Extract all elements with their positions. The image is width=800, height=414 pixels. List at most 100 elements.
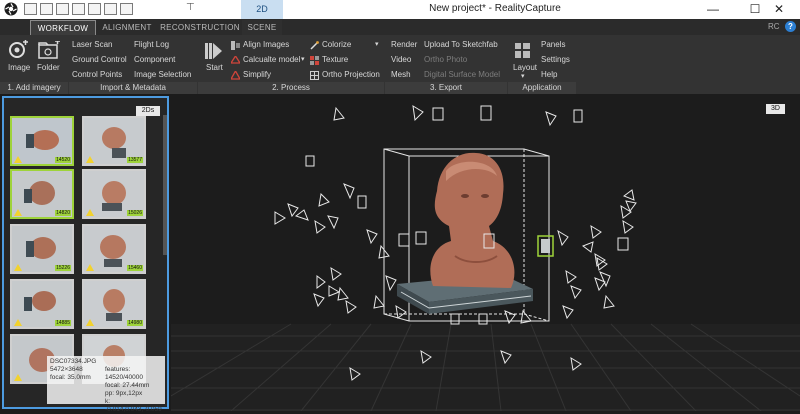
digital-surface-model-button[interactable]: Digital Surface Model bbox=[424, 70, 500, 79]
mesh-button[interactable]: Mesh bbox=[391, 70, 411, 79]
feature-count: 15226 bbox=[55, 265, 71, 271]
image-icon[interactable] bbox=[8, 40, 30, 60]
image-thumbnail[interactable]: 14885 bbox=[10, 279, 74, 329]
colorize-button[interactable]: Colorize bbox=[322, 40, 351, 49]
user-initials: RC bbox=[768, 22, 780, 31]
colorize-dropdown-icon[interactable]: ▾ bbox=[375, 40, 379, 48]
folder-button-label[interactable]: Folder bbox=[37, 63, 60, 72]
align-images-button[interactable]: Align Images bbox=[243, 40, 289, 49]
tooltip-focal: focal: 27.44mm bbox=[105, 382, 150, 389]
warning-icon bbox=[14, 264, 22, 271]
tab-workflow[interactable]: WORKFLOW bbox=[30, 20, 96, 35]
warning-icon bbox=[86, 319, 94, 326]
simplify-button[interactable]: Simplify bbox=[243, 70, 271, 79]
warning-icon bbox=[14, 374, 22, 381]
image-thumbnail[interactable]: 15026 bbox=[82, 169, 146, 219]
control-points-button[interactable]: Control Points bbox=[72, 70, 122, 79]
tooltip-features: features: 14520/40000 bbox=[105, 366, 143, 381]
image-button-label[interactable]: Image bbox=[8, 63, 30, 72]
warning-icon bbox=[14, 319, 22, 326]
minimize-button[interactable]: — bbox=[692, 0, 734, 19]
group-process: 2. Process bbox=[198, 82, 384, 94]
help-button[interactable]: Help bbox=[541, 70, 557, 79]
view-3d-badge[interactable]: 3D bbox=[766, 104, 785, 114]
view-tab-2d[interactable]: 2D bbox=[241, 0, 283, 19]
panels-button[interactable]: Panels bbox=[541, 40, 565, 49]
layout-grid-icon[interactable] bbox=[104, 3, 117, 15]
realitycapture-logo-icon[interactable] bbox=[4, 2, 18, 16]
start-icon[interactable] bbox=[205, 42, 223, 60]
viewport-3d[interactable] bbox=[171, 96, 800, 411]
image-info-tooltip: DSC07334.JPG 5472×3648 focal: 35.0mm fea… bbox=[47, 356, 165, 413]
flight-log-button[interactable]: Flight Log bbox=[134, 40, 169, 49]
panel-scrollbar[interactable] bbox=[163, 115, 167, 255]
feature-count: 14520 bbox=[55, 157, 71, 163]
warning-icon bbox=[14, 156, 22, 163]
title-bar: ⊤ 2D New project* - RealityCapture — ☐ ✕ bbox=[0, 0, 800, 19]
feature-count: 14885 bbox=[55, 320, 71, 326]
tab-scene[interactable]: SCENE bbox=[242, 20, 282, 35]
feature-count: 15026 bbox=[127, 210, 143, 216]
colorize-icon bbox=[310, 41, 319, 50]
group-export: 3. Export bbox=[385, 82, 507, 94]
tooltip-distortion: k: -0.014,0.043,-0.059 bbox=[105, 398, 162, 413]
calculate-model-button[interactable]: Calcualte model bbox=[243, 55, 300, 64]
ribbon-tabs: WORKFLOW ALIGNMENT RECONSTRUCTION SCENE … bbox=[0, 19, 800, 35]
laser-scan-button[interactable]: Laser Scan bbox=[72, 40, 112, 49]
feature-count: 14820 bbox=[55, 210, 71, 216]
image-thumbnail[interactable]: 14820 bbox=[10, 169, 74, 219]
camera-selected[interactable] bbox=[537, 235, 554, 257]
pin-icon[interactable]: ⊤ bbox=[186, 2, 195, 13]
layout-icon[interactable] bbox=[515, 43, 530, 58]
warning-icon bbox=[86, 264, 94, 271]
texture-button[interactable]: Texture bbox=[322, 55, 348, 64]
image-thumbnail[interactable]: 14520 bbox=[10, 116, 74, 166]
feature-count: 14980 bbox=[127, 320, 143, 326]
layout-split-icon[interactable] bbox=[40, 3, 53, 15]
group-import-metadata: Import & Metadata bbox=[69, 82, 197, 94]
simplify-icon bbox=[231, 71, 240, 80]
texture-icon bbox=[310, 56, 319, 65]
feature-count: 13577 bbox=[127, 157, 143, 163]
feature-count: 15460 bbox=[127, 265, 143, 271]
tab-alignment[interactable]: ALIGNMENT bbox=[96, 20, 158, 35]
layout-view-switcher bbox=[24, 3, 133, 15]
image-thumbnail[interactable]: 15226 bbox=[10, 224, 74, 274]
image-selection-button[interactable]: Image Selection bbox=[134, 70, 191, 79]
layout-single-icon[interactable] bbox=[24, 3, 37, 15]
warning-icon bbox=[86, 209, 94, 216]
ortho-projection-button[interactable]: Ortho Projection bbox=[322, 70, 380, 79]
image-thumbnail[interactable]: 14980 bbox=[82, 279, 146, 329]
video-button[interactable]: Video bbox=[391, 55, 411, 64]
bust-model[interactable] bbox=[430, 152, 515, 288]
upload-sketchfab-button[interactable]: Upload To Sketchfab bbox=[424, 40, 498, 49]
layout-button-label[interactable]: Layout bbox=[513, 63, 537, 72]
folder-icon[interactable] bbox=[38, 41, 60, 60]
window-title: New project* - RealityCapture bbox=[429, 3, 561, 14]
group-application: Application bbox=[508, 82, 576, 94]
help-icon[interactable]: ? bbox=[785, 21, 796, 32]
layout-wide-icon[interactable] bbox=[120, 3, 133, 15]
tab-reconstruction[interactable]: RECONSTRUCTION bbox=[158, 20, 242, 35]
calculate-model-dropdown-icon[interactable]: ▾ bbox=[301, 55, 305, 63]
ground-plane bbox=[171, 324, 800, 411]
tooltip-resolution: 5472×3648 bbox=[50, 366, 83, 373]
warning-icon bbox=[86, 156, 94, 163]
settings-button[interactable]: Settings bbox=[541, 55, 570, 64]
component-button[interactable]: Component bbox=[134, 55, 175, 64]
layout-triple-icon[interactable] bbox=[56, 3, 69, 15]
close-button[interactable]: ✕ bbox=[758, 0, 800, 19]
panel-2ds-badge[interactable]: 2Ds bbox=[136, 106, 160, 116]
layout-left-icon[interactable] bbox=[88, 3, 101, 15]
group-add-imagery: 1. Add imagery bbox=[0, 82, 68, 94]
image-thumbnail[interactable]: 15460 bbox=[82, 224, 146, 274]
start-button-label[interactable]: Start bbox=[206, 63, 223, 72]
tooltip-focal-prior: focal: 35.0mm bbox=[50, 374, 91, 381]
layout-dropdown-icon[interactable]: ▾ bbox=[521, 72, 525, 80]
ortho-photo-button[interactable]: Ortho Photo bbox=[424, 55, 467, 64]
ground-control-button[interactable]: Ground Control bbox=[72, 55, 127, 64]
scene-canvas[interactable] bbox=[171, 96, 800, 411]
layout-quad-icon[interactable] bbox=[72, 3, 85, 15]
render-button[interactable]: Render bbox=[391, 40, 417, 49]
image-thumbnail[interactable]: 13577 bbox=[82, 116, 146, 166]
